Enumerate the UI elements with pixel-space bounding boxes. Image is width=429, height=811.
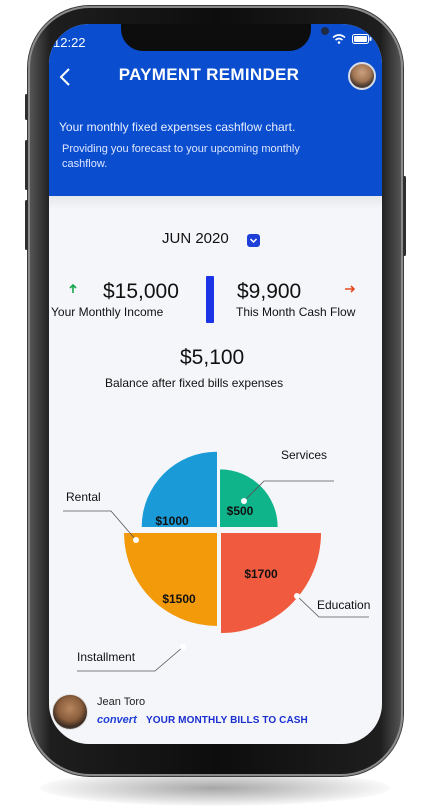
pie-category-label: Services <box>281 448 327 462</box>
volume-down-button <box>25 200 28 250</box>
pie-leader-dot <box>180 644 186 650</box>
pie-slice-shape <box>124 533 217 626</box>
header-divider <box>49 196 382 210</box>
pie-leader-dot <box>241 498 247 504</box>
camera-icon <box>321 27 329 35</box>
page-title: PAYMENT REMINDER <box>118 65 300 84</box>
pie-slice-shape <box>220 469 278 527</box>
pie-value-label: $500 <box>227 504 254 518</box>
pie-value-label: $1500 <box>162 592 196 606</box>
pie-slice-rental: $1000 <box>141 451 217 528</box>
balance-value: $5,100 <box>180 346 245 369</box>
pie-category-label: Education <box>317 598 370 612</box>
user-name: Jean Toro <box>97 696 146 708</box>
header-description: Providing you forecast to your upcoming … <box>62 143 300 170</box>
income-value: $15,000 <box>103 280 179 303</box>
pie-value-label: $1000 <box>155 514 189 528</box>
app-header: 12:22 PAYMENT REMINDER Your monthly fixe… <box>49 24 382 196</box>
pie-category-label: Rental <box>66 490 101 504</box>
mute-switch <box>25 94 28 120</box>
arrow-right-icon <box>344 282 356 296</box>
pie-slice-services: $500 <box>220 469 278 527</box>
cashflow-value: $9,900 <box>237 280 302 303</box>
pie-slice-education: $1700 <box>221 533 321 633</box>
app-screen: 12:22 PAYMENT REMINDER Your monthly fixe… <box>49 24 382 744</box>
avatar[interactable] <box>348 62 376 90</box>
volume-up-button <box>25 140 28 190</box>
notch <box>121 24 329 51</box>
user-avatar <box>52 694 88 730</box>
battery-icon <box>352 34 372 44</box>
arrow-up-icon <box>69 283 77 297</box>
month-label: JUN 2020 <box>162 230 229 247</box>
status-icons <box>332 34 372 44</box>
status-time: 12:22 <box>53 35 86 50</box>
income-label: Your Monthly Income <box>51 305 164 319</box>
cashflow-label: This Month Cash Flow <box>236 305 356 319</box>
wifi-icon <box>332 34 346 44</box>
header-subtitle: Your monthly fixed expenses cashflow cha… <box>59 120 296 134</box>
summary-divider-bar <box>206 276 214 323</box>
expense-pie-chart: $500 Services $1700 Education $1500 Installme… <box>63 448 370 672</box>
pie-leader-dot <box>294 593 300 599</box>
pie-leader-dot <box>133 537 139 543</box>
pie-slice-installment: $1500 <box>124 533 217 626</box>
pie-category-label: Installment <box>77 650 136 664</box>
pie-slice-shape <box>221 533 321 633</box>
brand-logo: convert <box>97 714 137 726</box>
pie-value-label: $1700 <box>244 567 278 581</box>
back-arrow-icon[interactable] <box>59 68 79 88</box>
balance-label: Balance after fixed bills expenses <box>105 376 284 390</box>
power-button <box>403 176 406 256</box>
chevron-down-icon[interactable] <box>247 234 260 247</box>
brand-tagline: YOUR MONTHLY BILLS TO CASH <box>146 715 308 726</box>
